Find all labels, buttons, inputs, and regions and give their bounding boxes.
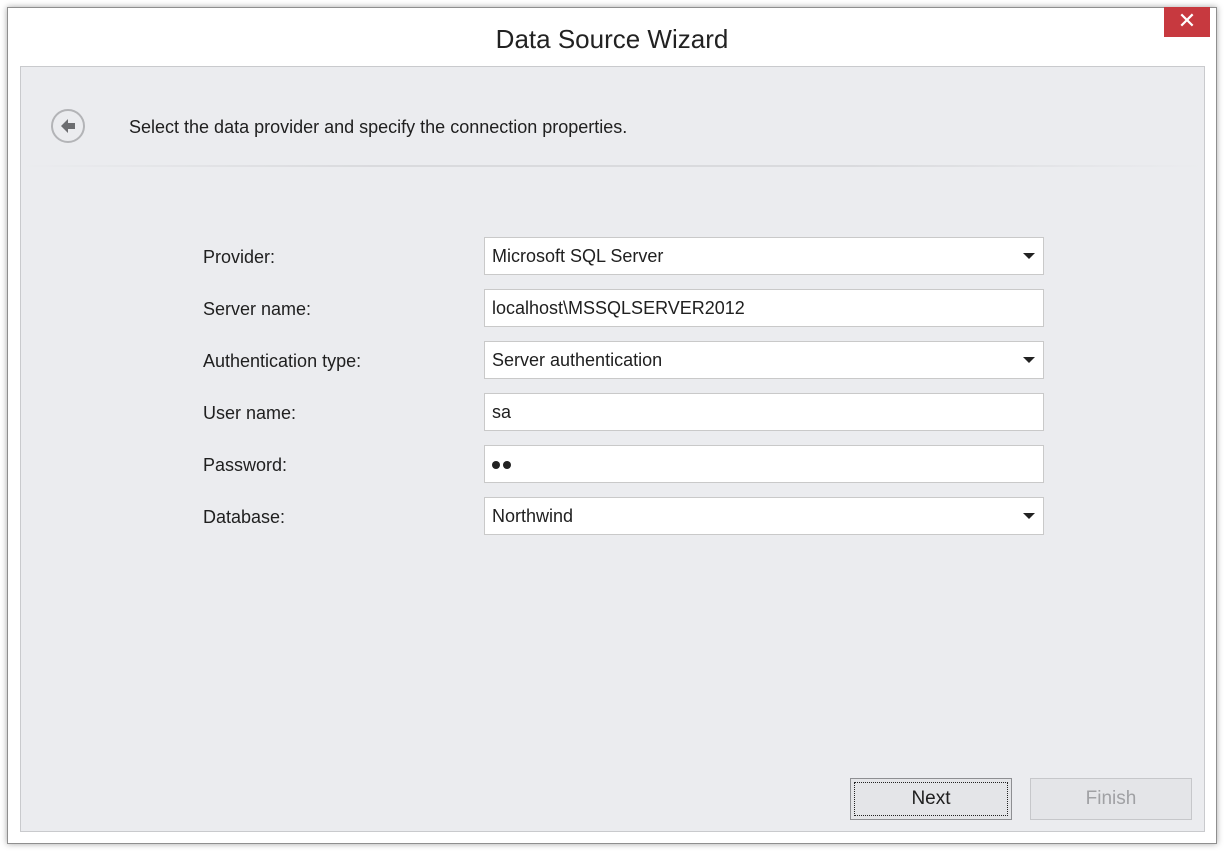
finish-button-label: Finish [1085, 788, 1137, 809]
password-mask [492, 454, 514, 474]
title-bar: Data Source Wizard ✕ [8, 7, 1216, 68]
user-name-value: sa [492, 402, 512, 422]
user-name-input[interactable]: sa [484, 393, 1044, 431]
chevron-down-icon[interactable] [1023, 513, 1035, 519]
close-button[interactable]: ✕ [1164, 7, 1210, 37]
arrow-left-icon [61, 119, 75, 133]
instruction-text: Select the data provider and specify the… [129, 117, 628, 137]
focus-rectangle [854, 782, 1008, 816]
wizard-body: Select the data provider and specify the… [20, 66, 1205, 832]
authentication-type-value: Server authentication [492, 350, 663, 370]
database-select[interactable]: Northwind [484, 497, 1044, 535]
provider-label: Provider: [203, 247, 276, 267]
database-label: Database: [203, 507, 286, 527]
password-input[interactable] [484, 445, 1044, 483]
password-mask-dot [503, 461, 511, 469]
authentication-type-select[interactable]: Server authentication [484, 341, 1044, 379]
password-label: Password: [203, 455, 288, 475]
database-value: Northwind [492, 506, 574, 526]
wizard-header: Select the data provider and specify the… [21, 67, 1204, 167]
wizard-window: Data Source Wizard ✕ Select the data pro… [7, 7, 1217, 844]
chevron-down-icon[interactable] [1023, 253, 1035, 259]
next-button[interactable]: Next [850, 778, 1012, 820]
close-icon: ✕ [1177, 8, 1197, 33]
password-mask-dot [492, 461, 500, 469]
user-name-label: User name: [203, 403, 297, 423]
authentication-type-label: Authentication type: [203, 351, 362, 371]
back-button[interactable] [51, 109, 85, 143]
server-name-value: localhost\MSSQLSERVER2012 [492, 298, 745, 318]
provider-select[interactable]: Microsoft SQL Server [484, 237, 1044, 275]
window-title: Data Source Wizard [495, 24, 729, 54]
server-name-label: Server name: [203, 299, 312, 319]
finish-button[interactable]: Finish [1030, 778, 1192, 820]
provider-value: Microsoft SQL Server [492, 246, 664, 266]
header-divider [21, 165, 1204, 167]
server-name-input[interactable]: localhost\MSSQLSERVER2012 [484, 289, 1044, 327]
chevron-down-icon[interactable] [1023, 357, 1035, 363]
